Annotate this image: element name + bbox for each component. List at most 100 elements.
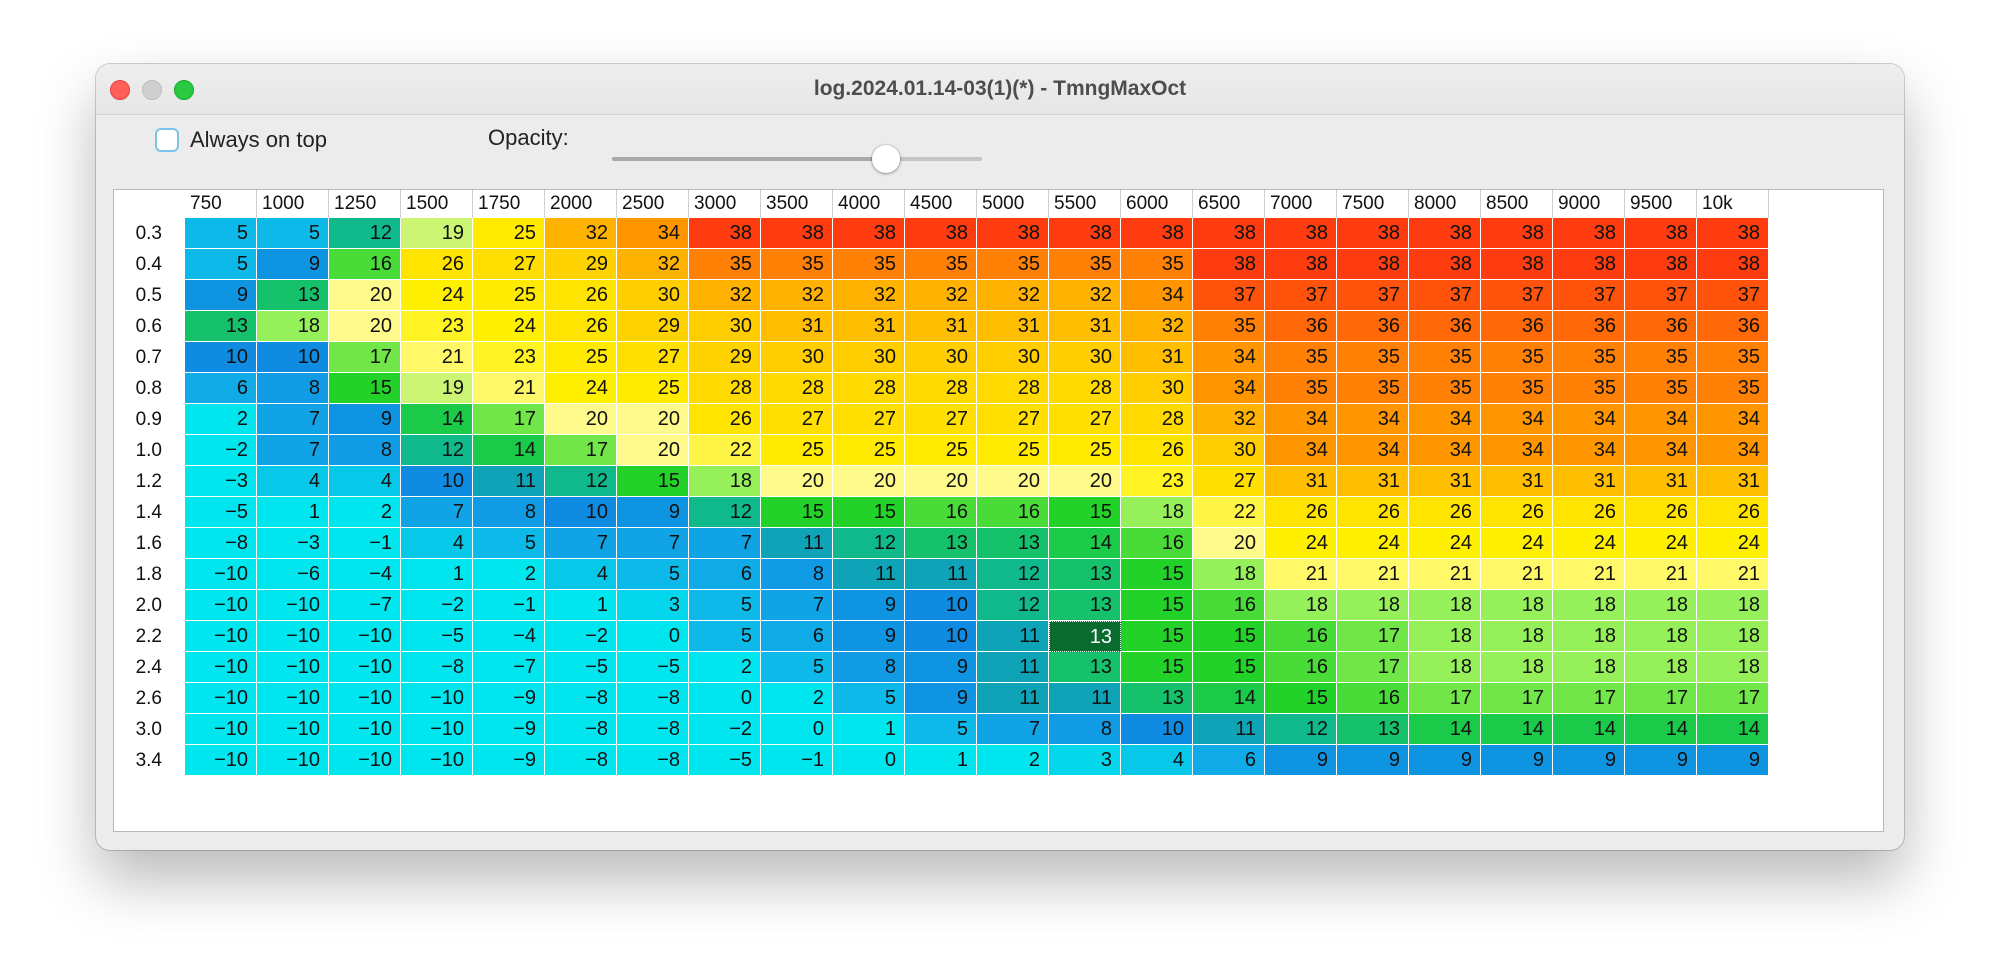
table-cell[interactable]: 26	[545, 280, 617, 311]
table-cell[interactable]: 17	[545, 435, 617, 466]
table-cell[interactable]: 32	[1121, 311, 1193, 342]
table-cell[interactable]: 38	[1409, 249, 1481, 280]
table-cell[interactable]: 2	[329, 497, 401, 528]
table-cell[interactable]: 38	[1265, 249, 1337, 280]
table-cell[interactable]: 16	[905, 497, 977, 528]
table-cell[interactable]: 11	[977, 621, 1049, 652]
always-on-top-label[interactable]: Always on top	[190, 127, 327, 153]
table-cell[interactable]: 6	[689, 559, 761, 590]
table-cell[interactable]: −10	[185, 590, 257, 621]
table-cell[interactable]: 13	[1337, 714, 1409, 745]
table-cell[interactable]: 32	[617, 249, 689, 280]
table-cell[interactable]: 9	[1265, 745, 1337, 776]
table-cell[interactable]: 18	[1409, 652, 1481, 683]
table-cell[interactable]: 34	[1481, 404, 1553, 435]
table-cell[interactable]: −6	[257, 559, 329, 590]
table-cell[interactable]: 18	[1697, 590, 1769, 621]
table-cell[interactable]: 8	[257, 373, 329, 404]
table-cell[interactable]: 17	[473, 404, 545, 435]
table-cell[interactable]: 35	[833, 249, 905, 280]
always-on-top-checkbox[interactable]	[155, 128, 179, 152]
table-cell[interactable]: 9	[329, 404, 401, 435]
table-cell[interactable]: 1	[257, 497, 329, 528]
table-cell[interactable]: 8	[329, 435, 401, 466]
table-cell[interactable]: 19	[401, 218, 473, 249]
table-cell[interactable]: 26	[1481, 497, 1553, 528]
table-cell[interactable]: 17	[1337, 652, 1409, 683]
table-cell[interactable]: −10	[185, 714, 257, 745]
table-cell[interactable]: 28	[761, 373, 833, 404]
table-cell[interactable]: 32	[977, 280, 1049, 311]
table-cell[interactable]: 5	[185, 218, 257, 249]
table-cell[interactable]: 2	[977, 745, 1049, 776]
table-cell[interactable]: 29	[617, 311, 689, 342]
table-cell[interactable]: 11	[1049, 683, 1121, 714]
table-cell[interactable]: 35	[1409, 373, 1481, 404]
table-cell[interactable]: 31	[1625, 466, 1697, 497]
table-cell[interactable]: 16	[977, 497, 1049, 528]
table-cell[interactable]: 5	[689, 621, 761, 652]
table-cell[interactable]: 34	[1265, 404, 1337, 435]
table-cell[interactable]: 31	[1409, 466, 1481, 497]
table-cell[interactable]: 38	[1193, 249, 1265, 280]
table-cell[interactable]: 25	[1049, 435, 1121, 466]
table-cell[interactable]: 26	[1265, 497, 1337, 528]
table-cell[interactable]: 11	[977, 683, 1049, 714]
table-cell[interactable]: 37	[1697, 280, 1769, 311]
table-cell[interactable]: 4	[257, 466, 329, 497]
table-cell[interactable]: 18	[1697, 621, 1769, 652]
table-cell[interactable]: 31	[1697, 466, 1769, 497]
table-cell[interactable]: −10	[257, 714, 329, 745]
table-cell[interactable]: 11	[977, 652, 1049, 683]
table-cell[interactable]: 37	[1553, 280, 1625, 311]
table-cell[interactable]: 17	[1553, 683, 1625, 714]
table-cell[interactable]: 35	[1049, 249, 1121, 280]
table-cell[interactable]: −7	[473, 652, 545, 683]
table-cell[interactable]: 13	[977, 528, 1049, 559]
table-cell[interactable]: −8	[545, 683, 617, 714]
table-cell[interactable]: 24	[1337, 528, 1409, 559]
table-cell[interactable]: −10	[329, 621, 401, 652]
table-cell[interactable]: 11	[833, 559, 905, 590]
table-cell[interactable]: 13	[1049, 559, 1121, 590]
table-cell[interactable]: −10	[257, 745, 329, 776]
table-cell[interactable]: 37	[1193, 280, 1265, 311]
table-cell[interactable]: 34	[1409, 435, 1481, 466]
table-cell[interactable]: 28	[1121, 404, 1193, 435]
table-cell[interactable]: 18	[1481, 621, 1553, 652]
table-cell[interactable]: 6	[761, 621, 833, 652]
table-cell[interactable]: 32	[905, 280, 977, 311]
table-cell[interactable]: 10	[905, 621, 977, 652]
table-cell[interactable]: 27	[905, 404, 977, 435]
table-cell[interactable]: 9	[1553, 745, 1625, 776]
table-cell[interactable]: 8	[1049, 714, 1121, 745]
table-cell[interactable]: −8	[185, 528, 257, 559]
table-cell[interactable]: 9	[1697, 745, 1769, 776]
table-cell[interactable]: 20	[761, 466, 833, 497]
table-cell[interactable]: 9	[905, 652, 977, 683]
table-cell[interactable]: 24	[1697, 528, 1769, 559]
table-cell[interactable]: 7	[617, 528, 689, 559]
table-cell[interactable]: 7	[545, 528, 617, 559]
table-cell[interactable]: −9	[473, 745, 545, 776]
table-cell[interactable]: 34	[1337, 404, 1409, 435]
table-cell[interactable]: 21	[1265, 559, 1337, 590]
table-cell[interactable]: 20	[977, 466, 1049, 497]
table-cell[interactable]: 13	[1121, 683, 1193, 714]
table-cell[interactable]: 5	[473, 528, 545, 559]
table-cell[interactable]: 30	[977, 342, 1049, 373]
table-cell[interactable]: 35	[1481, 373, 1553, 404]
table-cell[interactable]: −2	[401, 590, 473, 621]
table-cell[interactable]: −10	[185, 652, 257, 683]
table-cell[interactable]: 11	[473, 466, 545, 497]
table-cell[interactable]: 36	[1337, 311, 1409, 342]
table-cell[interactable]: 9	[1337, 745, 1409, 776]
table-cell[interactable]: 13	[185, 311, 257, 342]
table-cell[interactable]: 4	[329, 466, 401, 497]
table-cell[interactable]: 31	[761, 311, 833, 342]
table-cell[interactable]: 12	[401, 435, 473, 466]
table-cell[interactable]: 25	[833, 435, 905, 466]
table-cell[interactable]: 22	[689, 435, 761, 466]
table-cell[interactable]: 5	[257, 218, 329, 249]
table-cell[interactable]: 30	[1193, 435, 1265, 466]
